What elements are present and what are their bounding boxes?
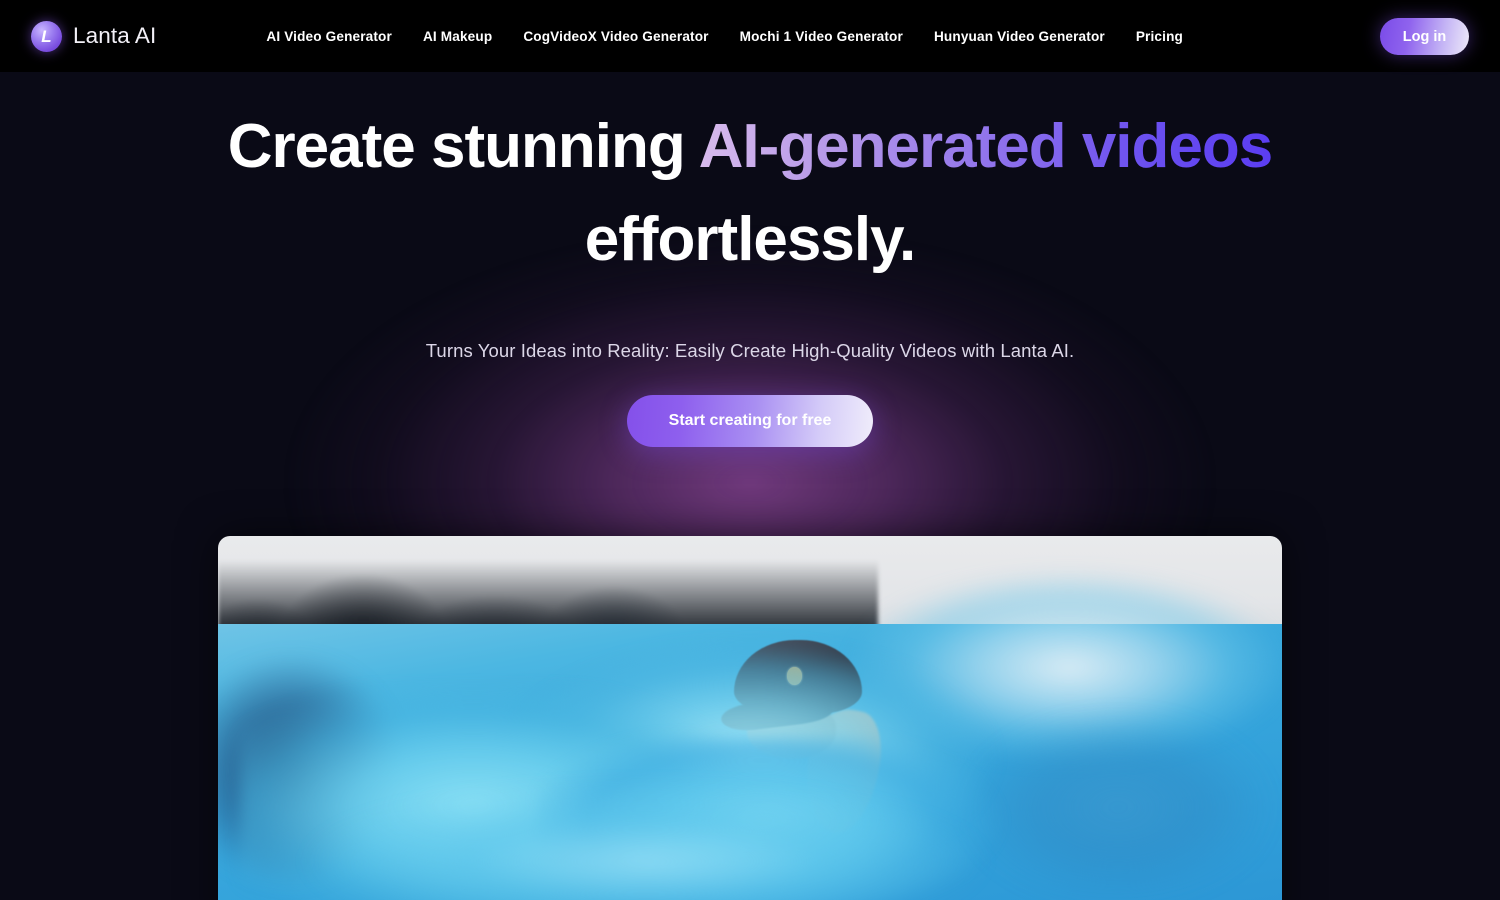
- start-creating-button[interactable]: Start creating for free: [627, 394, 873, 447]
- headline-text-highlight: AI-generated videos: [698, 112, 1274, 181]
- site-header: L Lanta AI AI Video Generator AI Makeup …: [0, 0, 1500, 72]
- login-button[interactable]: Log in: [1380, 18, 1469, 55]
- page-title: Create stunning AI-generated videos effo…: [0, 112, 1500, 274]
- nav-item-ai-makeup[interactable]: AI Makeup: [423, 29, 492, 44]
- nav-item-ai-video-generator[interactable]: AI Video Generator: [266, 29, 392, 44]
- video-canvas: [218, 536, 1282, 900]
- nav-item-mochi-1-video-generator[interactable]: Mochi 1 Video Generator: [740, 29, 903, 44]
- nav-item-pricing[interactable]: Pricing: [1136, 29, 1183, 44]
- hero-content: Create stunning AI-generated videos effo…: [0, 112, 1500, 447]
- hero-video-preview[interactable]: [218, 536, 1282, 900]
- brand-logo[interactable]: L Lanta AI: [31, 20, 157, 52]
- headline-text-plain: Create stunning: [227, 112, 699, 181]
- hero-subtitle: Turns Your Ideas into Reality: Easily Cr…: [425, 339, 1075, 361]
- landing-page: L Lanta AI AI Video Generator AI Makeup …: [0, 0, 1500, 900]
- nav-item-cogvideox-video-generator[interactable]: CogVideoX Video Generator: [523, 29, 708, 44]
- video-smoke-foreground-low: [303, 784, 1048, 900]
- main-nav: AI Video Generator AI Makeup CogVideoX V…: [266, 29, 1183, 44]
- brand-name: Lanta AI: [73, 23, 157, 48]
- hero-section: Create stunning AI-generated videos effo…: [0, 72, 1500, 900]
- headline-text-line2: effortlessly.: [584, 204, 916, 274]
- nav-item-hunyuan-video-generator[interactable]: Hunyuan Video Generator: [934, 29, 1105, 44]
- lanta-circle-logo-icon: L: [31, 20, 62, 52]
